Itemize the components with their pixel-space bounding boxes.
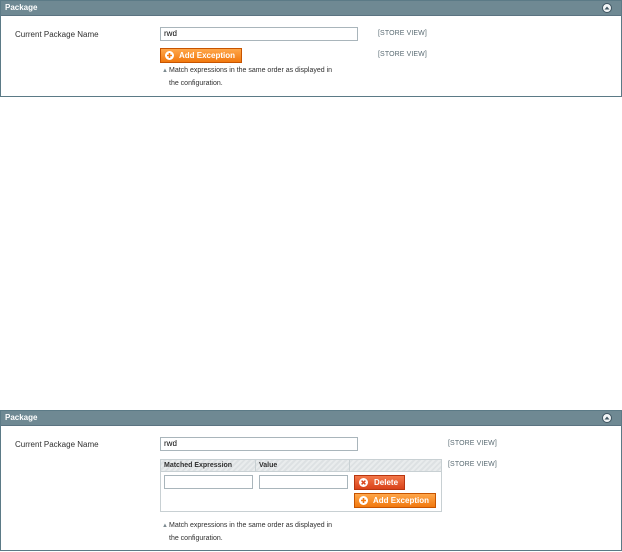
column-matched-expression: Matched Expression <box>164 462 233 469</box>
triangle-up-icon: ▲ <box>162 68 168 74</box>
fieldset-title: Package <box>5 413 38 422</box>
package-fieldset-collapsed-exceptions: Package Current Package Name rwd [STORE … <box>0 0 622 97</box>
delete-button[interactable]: Delete <box>354 475 406 490</box>
current-package-name-label: Current Package Name <box>15 30 99 39</box>
chevron-up-icon <box>604 6 610 10</box>
exceptions-grid: Matched Expression Value Delete Add Exce… <box>160 459 442 512</box>
scope-label-store-view: [STORE VIEW] <box>378 30 427 37</box>
package-fieldset-expanded-exceptions: Package Current Package Name rwd [STORE … <box>0 410 622 551</box>
exceptions-grid-header: Matched Expression Value <box>161 460 441 472</box>
fieldset-header[interactable]: Package <box>1 411 621 426</box>
plus-circle-icon <box>359 496 368 505</box>
column-value: Value <box>259 462 278 469</box>
add-exception-label: Add Exception <box>373 496 430 505</box>
note-line-1: Match expressions in the same order as d… <box>169 522 333 529</box>
current-package-name-label: Current Package Name <box>15 440 99 449</box>
collapse-button[interactable] <box>602 3 612 13</box>
scope-label-store-view-exceptions: [STORE VIEW] <box>378 51 427 58</box>
delete-label: Delete <box>374 478 399 487</box>
matched-expression-input[interactable] <box>164 475 253 489</box>
note-line-2: the configuration. <box>169 535 223 542</box>
collapse-button[interactable] <box>602 413 612 423</box>
add-exception-label: Add Exception <box>179 51 236 60</box>
plus-circle-icon <box>165 51 174 60</box>
triangle-up-icon: ▲ <box>162 523 168 529</box>
value-input[interactable] <box>259 475 348 489</box>
add-exception-button[interactable]: Add Exception <box>354 493 437 508</box>
scope-label-store-view-exceptions: [STORE VIEW] <box>448 461 497 468</box>
current-package-name-input[interactable]: rwd <box>160 27 358 41</box>
note-line-2: the configuration. <box>169 80 223 87</box>
add-exception-button[interactable]: Add Exception <box>160 48 243 63</box>
chevron-up-icon <box>604 416 610 420</box>
column-divider <box>349 460 350 471</box>
current-package-name-input[interactable]: rwd <box>160 437 358 451</box>
x-circle-icon <box>359 478 368 487</box>
fieldset-title: Package <box>5 3 38 12</box>
fieldset-header[interactable]: Package <box>1 1 621 16</box>
note-line-1: Match expressions in the same order as d… <box>169 67 333 74</box>
scope-label-store-view: [STORE VIEW] <box>448 440 497 447</box>
